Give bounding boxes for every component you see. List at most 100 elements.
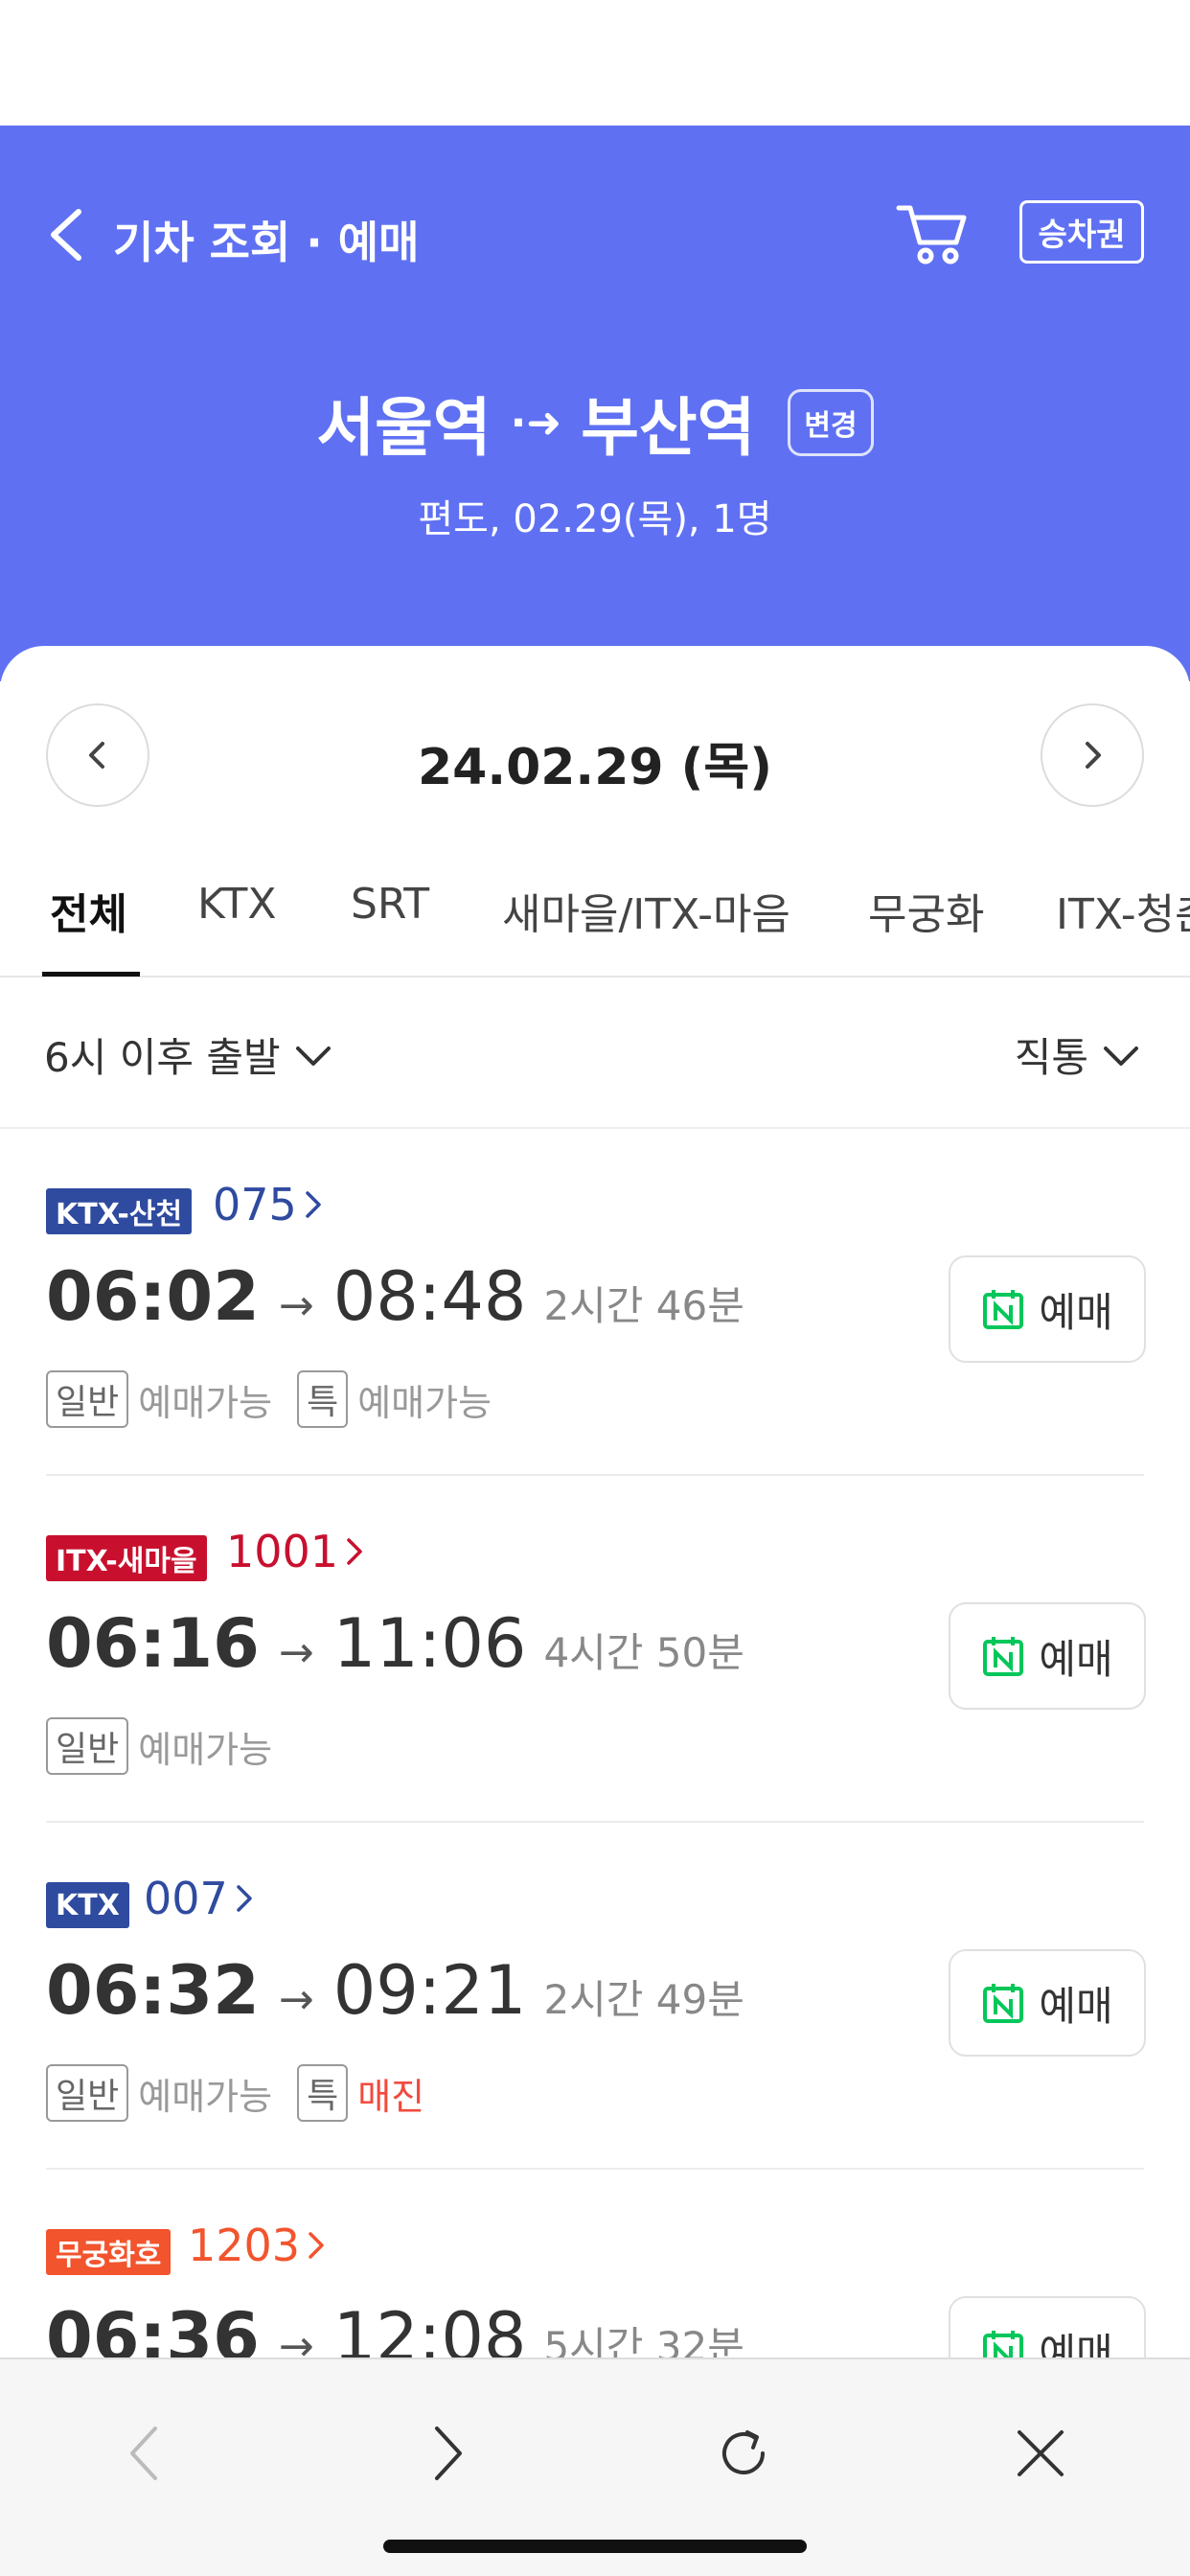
cart-button[interactable] <box>895 200 968 267</box>
seat-availability: 일반 예매가능 특 예매가능 <box>46 1370 507 1428</box>
train-number-link[interactable]: 1001 <box>226 1526 365 1577</box>
book-label: 예매 <box>1039 2329 1113 2358</box>
arrival-time: 11:06 <box>332 1604 527 1683</box>
tab-srt[interactable]: SRT <box>351 880 429 929</box>
naver-calendar-icon <box>983 1984 1024 2023</box>
train-number-link[interactable]: 007 <box>144 1873 255 1924</box>
arrival-time: 08:48 <box>332 1257 527 1336</box>
status-bar <box>0 0 1190 126</box>
close-icon <box>1018 2430 1064 2476</box>
train-item[interactable]: ITX-새마을 1001 06:16 → 11:06 4시간 50분 일반 예매… <box>0 1476 1190 1823</box>
train-item[interactable]: KTX-산천 075 06:02 → 08:48 2시간 46분 일반 예매가능… <box>0 1129 1190 1476</box>
refresh-icon <box>722 2430 765 2474</box>
tab-all[interactable]: 전체 <box>50 880 127 941</box>
travel-duration: 2시간 46분 <box>543 1282 744 1329</box>
train-number: 075 <box>213 1179 297 1230</box>
schedule: 06:32 → 09:21 2시간 49분 <box>46 1951 744 2030</box>
seat-class-tag: 특 <box>297 1370 349 1428</box>
date-navigator: 24.02.29 (목) <box>0 703 1190 809</box>
type-filter-label: 직통 <box>1014 1034 1088 1081</box>
chevron-down-icon <box>1104 1046 1138 1066</box>
browser-reload-button[interactable] <box>705 2415 782 2492</box>
seat-status: 예매가능 <box>357 1381 492 1424</box>
page-title: 기차 조회 · 예매 <box>113 217 420 268</box>
train-type-tabs: 전체 KTX SRT 새마을/ITX-마음 무궁화 ITX-청춘 <box>0 855 1190 978</box>
train-number-link[interactable]: 075 <box>213 1179 324 1230</box>
chevron-right-icon <box>347 1538 362 1565</box>
train-type-badge: KTX <box>46 1882 129 1928</box>
filter-bar: 6시 이후 출발 직통 <box>0 978 1190 1129</box>
tab-saemaeul-itx-maeum[interactable]: 새마을/ITX-마음 <box>502 880 790 941</box>
next-date-button[interactable] <box>1041 703 1144 807</box>
tab-itx-cheongchun[interactable]: ITX-청춘 <box>1056 880 1190 941</box>
selected-date: 24.02.29 (목) <box>417 739 773 796</box>
arrival-time: 09:21 <box>332 1951 527 2030</box>
naver-calendar-icon <box>983 1637 1024 1676</box>
chevron-left-icon <box>130 2426 157 2480</box>
departure-time: 06:02 <box>46 1257 260 1336</box>
browser-toolbar <box>0 2358 1190 2576</box>
naver-calendar-icon <box>983 1290 1024 1329</box>
train-type-badge: KTX-산천 <box>46 1188 193 1234</box>
active-tab-indicator <box>42 972 140 977</box>
change-route-button[interactable]: 변경 <box>788 389 874 456</box>
seat-class-tag: 일반 <box>46 1370 129 1428</box>
chevron-right-icon <box>309 2232 324 2259</box>
departure-time-filter[interactable]: 6시 이후 출발 <box>44 1025 332 1084</box>
arrival-time: 12:08 <box>332 2298 527 2358</box>
train-number: 007 <box>144 1873 228 1924</box>
chevron-right-icon <box>1086 742 1101 769</box>
arrow-right-icon: → <box>278 2322 314 2358</box>
seat-status: 예매가능 <box>138 1728 273 1771</box>
seat-status: 예매가능 <box>138 1381 273 1424</box>
naver-calendar-icon <box>983 2331 1024 2358</box>
book-label: 예매 <box>1039 1982 1113 2030</box>
train-number-link[interactable]: 1203 <box>188 2220 327 2271</box>
travel-duration: 2시간 49분 <box>543 1976 744 2023</box>
ticket-button[interactable]: 승차권 <box>1019 200 1144 264</box>
chevron-down-icon <box>295 1046 331 1066</box>
home-indicator <box>383 2540 807 2553</box>
train-type-badge: ITX-새마을 <box>46 1535 207 1581</box>
train-item[interactable]: KTX 007 06:32 → 09:21 2시간 49분 일반 예매가능 특 … <box>0 1823 1190 2170</box>
seat-status: 예매가능 <box>138 2075 273 2118</box>
travel-duration: 5시간 32분 <box>543 2323 744 2358</box>
seat-class-tag: 일반 <box>46 1717 129 1775</box>
book-button[interactable]: 예매 <box>949 2296 1146 2358</box>
arrow-right-icon: → <box>278 1628 314 1677</box>
train-number: 1203 <box>188 2220 301 2271</box>
arrival-station: 부산역 <box>581 391 756 465</box>
train-number: 1001 <box>226 1526 339 1577</box>
browser-forward-button[interactable] <box>410 2415 487 2492</box>
book-button[interactable]: 예매 <box>949 1949 1146 2057</box>
book-label: 예매 <box>1039 1288 1113 1336</box>
train-item[interactable]: 무궁화호 1203 06:36 → 12:08 5시간 32분 예매 <box>0 2170 1190 2358</box>
schedule: 06:16 → 11:06 4시간 50분 <box>46 1604 744 1683</box>
top-nav: 기차 조회 · 예매 승차권 <box>0 179 1190 285</box>
header-panel: 기차 조회 · 예매 승차권 서울역 ·➜ 부산역 변경 편도, 02.29(목… <box>0 126 1190 681</box>
browser-close-button[interactable] <box>1002 2415 1079 2492</box>
seat-class-tag: 특 <box>297 2064 349 2122</box>
book-button[interactable]: 예매 <box>949 1602 1146 1710</box>
departure-time: 06:16 <box>46 1604 260 1683</box>
chevron-right-icon <box>306 1191 321 1218</box>
chevron-left-icon <box>51 209 81 261</box>
browser-back-button[interactable] <box>105 2415 182 2492</box>
back-button[interactable] <box>42 206 94 264</box>
schedule: 06:36 → 12:08 5시간 32분 <box>46 2298 744 2358</box>
chevron-right-icon <box>435 2426 462 2480</box>
seat-class-tag: 일반 <box>46 2064 129 2122</box>
trip-info: 편도, 02.29(목), 1명 <box>418 497 772 541</box>
travel-duration: 4시간 50분 <box>543 1629 744 1676</box>
departure-time: 06:32 <box>46 1951 260 2030</box>
book-button[interactable]: 예매 <box>949 1255 1146 1363</box>
schedule: 06:02 → 08:48 2시간 46분 <box>46 1257 744 1336</box>
seat-availability: 일반 예매가능 특 매진 <box>46 2064 440 2122</box>
departure-time: 06:36 <box>46 2298 260 2358</box>
book-label: 예매 <box>1039 1635 1113 1683</box>
tab-ktx[interactable]: KTX <box>197 880 276 929</box>
chevron-right-icon <box>237 1885 252 1912</box>
tab-mugunghwa[interactable]: 무궁화 <box>868 880 984 941</box>
direct-filter[interactable]: 직통 <box>1015 1025 1140 1084</box>
train-type-badge: 무궁화호 <box>46 2229 172 2275</box>
